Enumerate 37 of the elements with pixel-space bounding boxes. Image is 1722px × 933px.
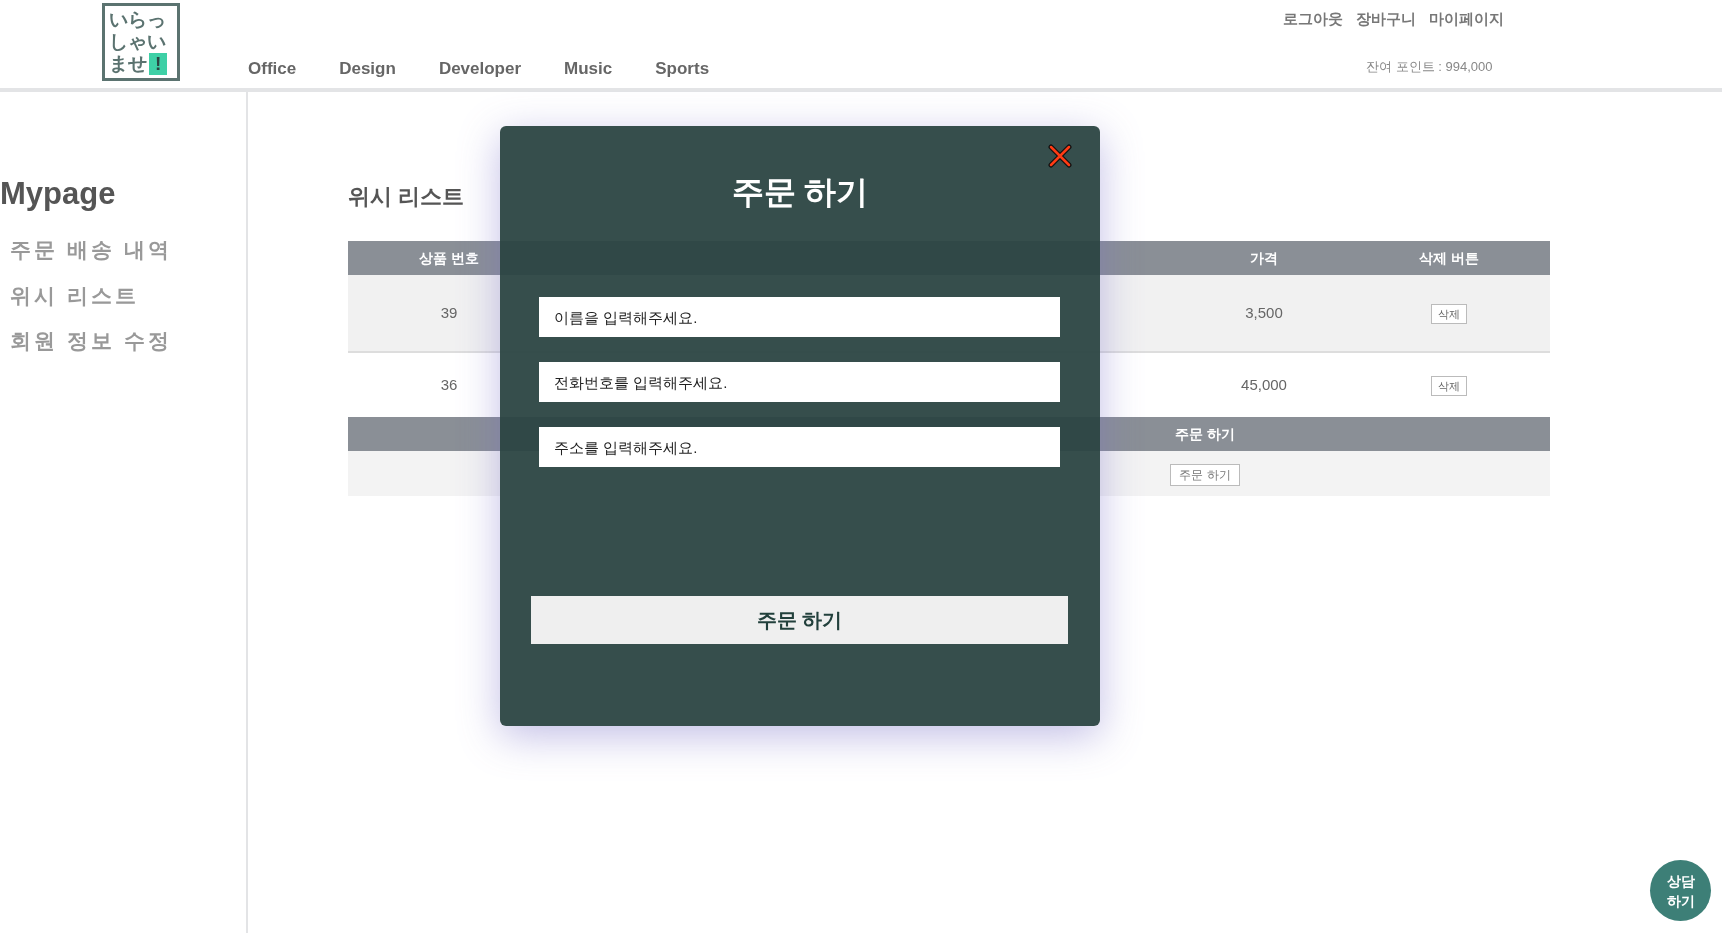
logo-text: ませ	[109, 53, 147, 75]
column-header: 삭제 버튼	[1419, 249, 1479, 266]
table-cell: 39	[440, 303, 458, 321]
table-cell: 36	[440, 375, 458, 393]
input-field[interactable]: 전화번호를 입력해주세요.	[539, 362, 1060, 402]
logo-mark: !	[149, 53, 168, 75]
logo[interactable]: いらっ しゃい ませ !	[102, 3, 180, 81]
nav-link[interactable]: Sports	[655, 56, 710, 82]
table-cell: 3,500	[1245, 303, 1283, 321]
wishlist-title: 위시 리스트	[348, 183, 465, 211]
nav-link[interactable]: Music	[564, 56, 613, 82]
sidebar-item[interactable]: 회원 정보 수정	[10, 325, 246, 357]
nav-link[interactable]: Office	[248, 56, 297, 82]
header-link[interactable]: 장바구니	[1356, 8, 1416, 31]
sidebar-item[interactable]: 주문 배송 내역	[10, 234, 246, 266]
input-field[interactable]: 주소를 입력해주세요.	[539, 427, 1060, 467]
sidebar-item[interactable]: 위시 리스트	[10, 279, 246, 311]
points-text: 잔여 포인트 : 994,000	[1366, 58, 1493, 76]
nav-link[interactable]: Design	[339, 56, 396, 82]
header-link[interactable]: 로그아웃	[1283, 8, 1343, 31]
input-field[interactable]: 이름을 입력해주세요.	[539, 297, 1060, 337]
chat-button[interactable]: 상담 하기	[1650, 860, 1711, 921]
submit-button[interactable]: 주문 하기	[531, 596, 1068, 644]
modal-title: 주문 하기	[730, 173, 870, 212]
nav-link[interactable]: Developer	[438, 56, 522, 82]
sidebar-title: Mypage	[0, 175, 117, 213]
order-button[interactable]: 주문 하기	[1170, 463, 1240, 486]
delete-button[interactable]: 삭제	[1431, 303, 1467, 325]
logo-text: しゃい	[109, 31, 167, 53]
logo-text: いらっ	[109, 9, 167, 31]
column-header: 가격	[1250, 249, 1278, 266]
delete-button[interactable]: 삭제	[1431, 375, 1467, 397]
close-icon[interactable]	[1048, 144, 1072, 168]
column-header: 주문 하기	[1175, 425, 1235, 442]
header-link[interactable]: 마이페이지	[1429, 8, 1504, 31]
table-cell: 45,000	[1241, 375, 1287, 393]
column-header: 상품 번호	[419, 249, 479, 266]
